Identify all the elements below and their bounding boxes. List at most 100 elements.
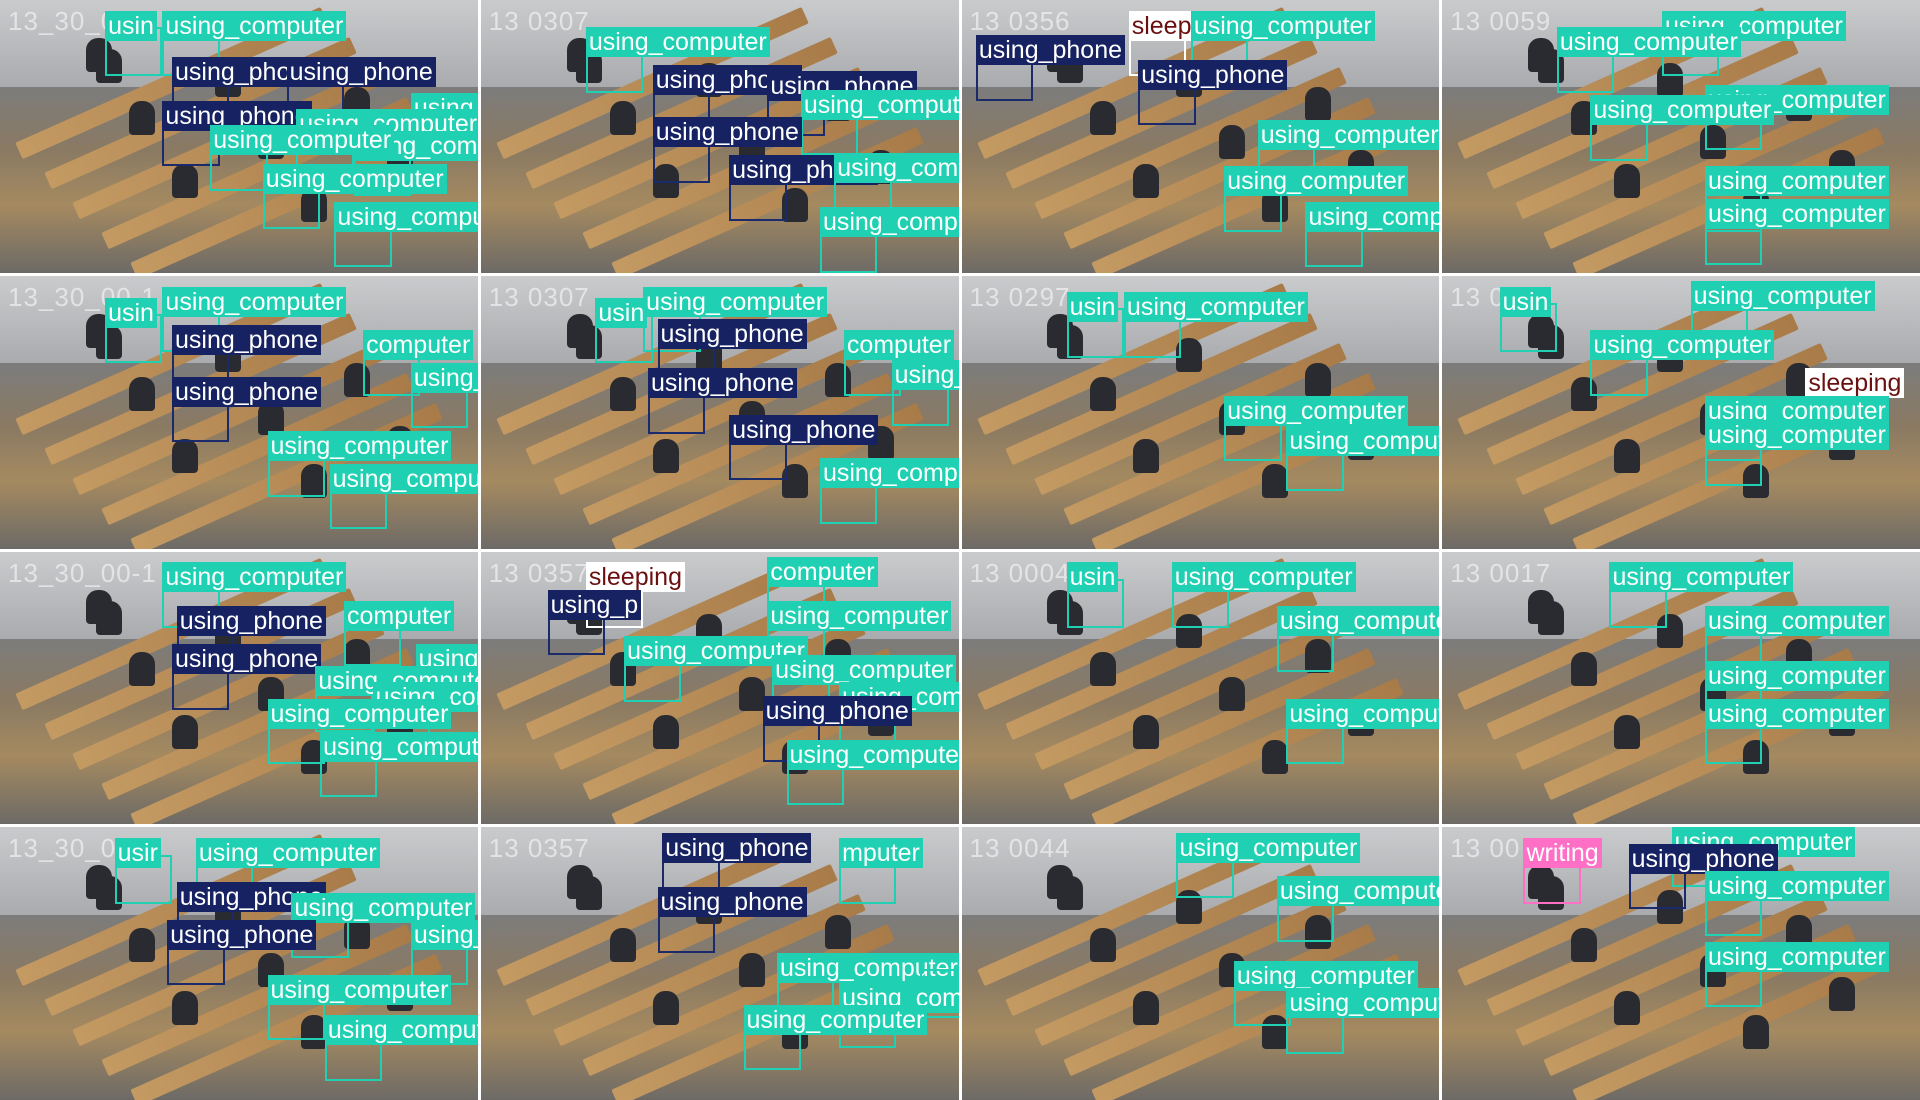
frame-timestamp: 13 0004	[969, 557, 1071, 588]
detection-label: using_phone	[975, 35, 1126, 66]
detection-label: using_phone	[657, 319, 807, 350]
detection-label: using_phone	[729, 414, 879, 445]
detection-label: using_phone	[647, 368, 798, 399]
detection-label: using_computer	[162, 286, 347, 317]
detection-label: using_phone	[662, 832, 812, 863]
detection-label: usin	[1066, 292, 1119, 323]
detection-label: using_phone	[652, 117, 802, 148]
detection-label: using_computer	[1705, 660, 1889, 691]
frame-timestamp: 13 0307	[488, 6, 590, 36]
detection-label: using_computer	[819, 207, 959, 238]
detection-label: using_phone	[171, 376, 322, 407]
camera-frame-12: 13 0017 using_computer using_computer using…	[1442, 551, 1920, 825]
frame-timestamp: 13 0307	[488, 281, 590, 312]
detection-label: using_computer	[1556, 27, 1741, 58]
frame-timestamp: 13 0297	[969, 281, 1071, 312]
camera-frame-2: 13 0307 using_computer using_phone using_ph…	[480, 0, 959, 273]
student-figure	[1614, 990, 1641, 1025]
student-figure	[128, 652, 155, 687]
student-figure	[1090, 100, 1117, 135]
detection-label: using_p	[547, 589, 642, 620]
detection-label: computer	[343, 600, 455, 631]
detection-mosaic: 13_30_00-1 using_computer usin using_phone u…	[0, 0, 1920, 1100]
camera-frame-13: 13_30_00-1 using_computer usir using_phone u…	[0, 827, 478, 1100]
student-figure	[609, 100, 636, 135]
student-figure	[1090, 652, 1117, 687]
detection-label: using_computer	[1123, 292, 1308, 323]
detection-label: using_computer	[1176, 832, 1361, 863]
detection-label: using_computer	[1305, 201, 1440, 232]
student-figure	[1571, 928, 1598, 963]
detection-label: using_computer	[819, 458, 959, 489]
student-figure	[1305, 363, 1332, 398]
camera-frame-5: 13_30_00-1 using_computer usin using_phone c…	[0, 275, 478, 549]
detection-label: using_phone	[657, 887, 807, 918]
camera-frame-14: 13 0357 using_phone mputer using_phone using…	[480, 827, 959, 1100]
student-figure	[1305, 87, 1332, 122]
detection-label: using_computer	[1286, 698, 1440, 729]
detection-label: using_computer	[210, 125, 395, 156]
detection-label: sleeping	[1805, 368, 1905, 399]
student-figure	[1133, 715, 1160, 750]
detection-label: using_phone	[171, 644, 322, 675]
detection-label: computer	[843, 330, 955, 361]
student-figure	[128, 928, 155, 963]
detection-label: using_computer	[643, 286, 828, 317]
camera-frame-11: 13 0004using_computerusinusing_computeru…	[961, 551, 1440, 825]
detection-label: using_computer	[262, 163, 447, 194]
frame-timestamp: 13 0044	[969, 833, 1071, 864]
frame-timestamp: 13 0357	[488, 833, 590, 864]
camera-frame-3: 13 0356 sleeping using_computer using_phone…	[961, 0, 1440, 273]
detection-label: using_computer	[1705, 870, 1889, 901]
student-figure	[652, 715, 679, 750]
student-figure	[171, 439, 198, 474]
frame-timestamp: 13 00	[1450, 833, 1521, 864]
detection-label: usir	[114, 838, 161, 869]
detection-label: using_computer	[1257, 120, 1440, 150]
detection-label: using_computer	[267, 698, 452, 729]
student-figure	[171, 163, 198, 198]
camera-frame-16: 13 00 writing using_computer using_phone usi…	[1442, 827, 1920, 1100]
student-figure	[1614, 715, 1641, 750]
detection-label: using_computer	[334, 201, 478, 232]
student-figure	[609, 928, 636, 963]
detection-label: sleeping	[585, 562, 685, 593]
detection-label: using_computer	[410, 363, 478, 394]
detection-label: using_phone	[167, 919, 317, 950]
student-figure	[1219, 125, 1246, 160]
student-figure	[1219, 676, 1246, 711]
detection-label: using_computer	[585, 27, 770, 58]
detection-label: using_computer	[1276, 606, 1440, 637]
detection-label: using_computer	[1705, 199, 1889, 230]
detection-label: using_computer	[1276, 876, 1440, 907]
detection-label: using_computer	[743, 1004, 928, 1035]
student-figure	[1571, 652, 1598, 687]
student-figure	[1614, 439, 1641, 474]
detection-label: using_computer	[1233, 960, 1418, 991]
student-figure	[738, 676, 765, 711]
detection-label: usin	[1499, 286, 1552, 317]
camera-frame-9: 13_30_00-1 using_computer computer using_ph…	[0, 551, 478, 825]
detection-label: using_computer	[1705, 606, 1889, 637]
student-figure	[1262, 739, 1289, 774]
student-figure	[1743, 1015, 1770, 1050]
detection-label: using_computer	[162, 562, 347, 593]
student-figure	[1262, 463, 1289, 498]
detection-label: using_phone	[1138, 60, 1288, 90]
student-figure	[609, 376, 636, 411]
detection-label: using_computer	[1705, 420, 1889, 451]
detection-label: using_computer	[1609, 562, 1794, 593]
detection-label: using_phone	[171, 324, 322, 355]
student-figure	[824, 914, 851, 949]
student-figure	[171, 990, 198, 1025]
student-figure	[95, 600, 122, 635]
student-figure	[1090, 928, 1117, 963]
camera-frame-8: 13 00 using_computer usin using_computer sle…	[1442, 275, 1920, 549]
frame-timestamp: 13 0356	[969, 6, 1071, 36]
detection-label: using_computer	[800, 90, 959, 120]
student-figure	[1829, 977, 1856, 1012]
detection-label: using_phone	[176, 606, 326, 637]
detection-label: usin	[105, 297, 157, 328]
student-figure	[1133, 163, 1160, 198]
detection-label: using_computer	[291, 892, 476, 923]
